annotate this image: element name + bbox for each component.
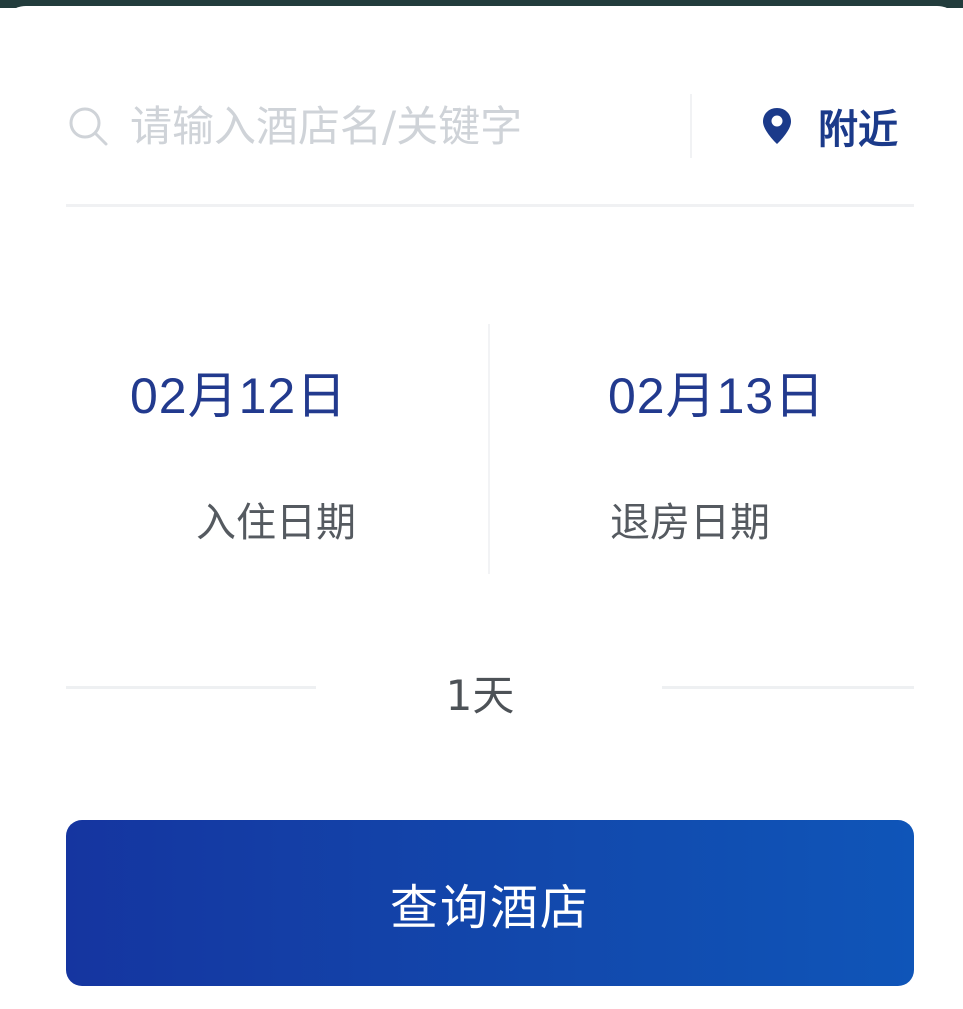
checkin-date-value: 02月12日	[130, 368, 348, 424]
checkin-date-label: 入住日期	[196, 500, 356, 546]
location-pin-icon	[763, 108, 791, 144]
checkout-date-value: 02月13日	[608, 368, 826, 424]
nights-count: 1天	[445, 671, 515, 720]
divider	[66, 204, 914, 207]
nearby-label: 附近	[818, 107, 898, 153]
hotel-search-card: 附近 02月12日 入住日期 02月13日 退房日期 1天 查询酒店	[0, 6, 963, 1009]
search-divider	[690, 94, 692, 158]
search-row: 附近	[66, 88, 914, 164]
nearby-button[interactable]: 附近	[760, 94, 898, 158]
hotel-keyword-input[interactable]	[130, 96, 690, 156]
checkout-date-picker[interactable]: 02月13日 退房日期	[608, 356, 908, 548]
nights-divider-left	[66, 686, 316, 689]
search-icon	[69, 107, 108, 146]
search-hotel-button[interactable]: 查询酒店	[66, 820, 914, 986]
checkin-date-picker[interactable]: 02月12日 入住日期	[130, 356, 430, 548]
checkout-date-label: 退房日期	[610, 500, 770, 546]
page: 附近 02月12日 入住日期 02月13日 退房日期 1天 查询酒店	[0, 0, 963, 1009]
nights-divider-right	[662, 686, 914, 689]
date-divider	[488, 324, 490, 574]
